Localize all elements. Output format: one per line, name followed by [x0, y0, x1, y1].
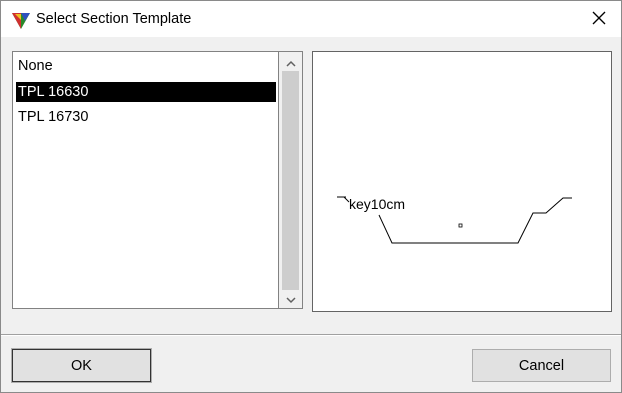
list-item[interactable]: TPL 16730 [16, 107, 276, 127]
scroll-down-button[interactable] [279, 290, 302, 307]
dialog-window: Select Section Template None TPL 16630 T… [0, 0, 622, 393]
scroll-thumb[interactable] [282, 71, 299, 290]
scroll-up-button[interactable] [279, 53, 302, 70]
close-icon [592, 11, 606, 28]
title-bar: Select Section Template [1, 1, 621, 37]
list-item[interactable]: None [16, 56, 276, 76]
preview-label: key10cm [349, 196, 405, 212]
ok-button[interactable]: OK [11, 348, 152, 383]
chevron-down-icon [285, 291, 296, 307]
section-preview: key10cm [312, 51, 612, 312]
cancel-button[interactable]: Cancel [472, 349, 611, 382]
section-profile-drawing: key10cm [337, 196, 572, 244]
list-item-selected[interactable]: TPL 16630 [16, 82, 276, 102]
template-listbox[interactable]: None TPL 16630 TPL 16730 [12, 51, 279, 309]
close-button[interactable] [577, 1, 621, 37]
list-scrollbar[interactable] [279, 51, 303, 309]
footer-separator [1, 334, 621, 336]
dialog-title: Select Section Template [36, 11, 192, 27]
app-triangle-icon [11, 10, 31, 30]
chevron-up-icon [285, 54, 296, 70]
